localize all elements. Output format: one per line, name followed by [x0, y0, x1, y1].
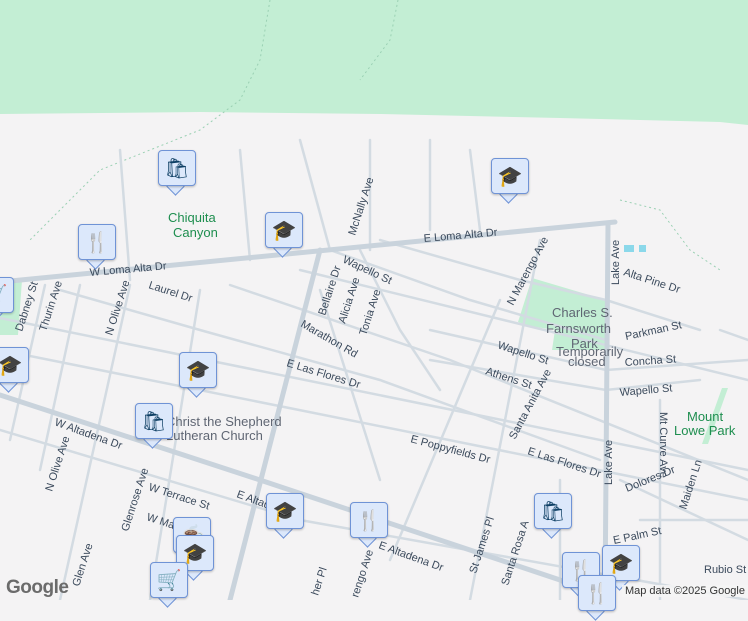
school-marker[interactable]: 🎓 — [265, 212, 303, 258]
street-label: Wapello St — [619, 382, 673, 399]
restaurant-marker[interactable]: 🍴 — [350, 502, 388, 548]
park-label: Canyon — [173, 225, 218, 240]
park-label: Farnsworth — [546, 321, 611, 336]
church-label: Lutheran Church — [166, 428, 263, 443]
street-label: Maiden Ln — [677, 458, 704, 511]
street-label: Rubio St — [704, 564, 746, 576]
pool — [639, 245, 646, 252]
grocery-marker[interactable]: 🛒 — [0, 277, 14, 323]
school-marker[interactable]: 🎓 — [491, 158, 529, 204]
street-label: Mt Curve Ave — [657, 412, 669, 478]
park-label: Chiquita — [168, 210, 216, 225]
graduation-cap-icon: 🎓 — [266, 493, 304, 529]
graduation-cap-icon: 🎓 — [265, 212, 303, 248]
street-label: Lake Ave — [610, 240, 622, 285]
street-label: her Pl — [309, 566, 329, 597]
street-label: W Terrace St — [147, 481, 211, 512]
restaurant-marker[interactable]: 🍴 — [578, 575, 616, 621]
street-label: Lake Ave — [603, 440, 615, 485]
church-label: Christ the Shepherd — [166, 414, 282, 429]
park-status: closed — [568, 354, 606, 369]
shopping-marker[interactable]: 🛍 — [135, 403, 173, 449]
street-label: McNally Ave — [346, 176, 376, 237]
shopping-cart-icon: 🛒 — [0, 277, 14, 313]
school-marker[interactable]: 🎓 — [266, 493, 304, 539]
park-label: Lowe Park — [674, 423, 736, 438]
fork-knife-icon: 🍴 — [78, 224, 116, 260]
street-label: Laurel Dr — [147, 279, 194, 304]
shopping-marker[interactable]: 🛍 — [534, 493, 572, 539]
graduation-cap-icon: 🎓 — [491, 158, 529, 194]
street-label: Wapello St — [496, 339, 550, 367]
park-label: Charles S. — [552, 305, 613, 320]
street-label: E Loma Alta Dr — [423, 227, 498, 245]
grocery-marker[interactable]: 🛒 — [150, 562, 188, 608]
street-label: rengo Ave — [349, 548, 376, 599]
street-label: Tonia Ave — [357, 288, 383, 337]
shopping-bag-icon: 🛍 — [135, 403, 173, 439]
street-label: Alicia Ave — [336, 276, 362, 325]
street-label: Athens St — [484, 365, 533, 391]
school-marker[interactable]: 🎓 — [179, 352, 217, 398]
street-label: Marathon Rd — [299, 318, 360, 360]
street-label: E Las Flores Dr — [526, 445, 603, 480]
forest-area — [0, 0, 748, 125]
street-label: Parkman St — [624, 319, 683, 343]
street-label: Santa Rosa A — [499, 519, 531, 587]
fork-knife-icon: 🍴 — [350, 502, 388, 538]
shopping-bag-icon: 🛍 — [534, 493, 572, 529]
street-label: E Poppyfields Dr — [409, 433, 492, 466]
street-label: Glen Ave — [70, 542, 95, 588]
street-label: Thurin Ave — [37, 279, 65, 333]
street-label: E Palm St — [612, 525, 662, 547]
school-marker[interactable]: 🎓 — [0, 347, 29, 393]
street-label: St James Pl — [467, 515, 497, 575]
graduation-cap-icon: 🎓 — [179, 352, 217, 388]
google-logo: Google — [6, 577, 69, 598]
shopping-marker[interactable]: 🛍 — [158, 150, 196, 196]
park-label: Mount — [687, 409, 724, 424]
fork-knife-icon: 🍴 — [578, 575, 616, 611]
street-label: E Las Flores Dr — [285, 357, 362, 391]
pool — [624, 245, 634, 252]
street-label: N Olive Ave — [103, 279, 132, 337]
street-label: Alta Pine Dr — [622, 266, 682, 296]
restaurant-marker[interactable]: 🍴 — [78, 224, 116, 270]
shopping-cart-icon: 🛒 — [150, 562, 188, 598]
road-lake-ave — [602, 222, 611, 600]
shopping-bag-icon: 🛍 — [158, 150, 196, 186]
map-attribution[interactable]: Map data ©2025 Google — [621, 585, 748, 597]
graduation-cap-icon: 🎓 — [0, 347, 29, 383]
